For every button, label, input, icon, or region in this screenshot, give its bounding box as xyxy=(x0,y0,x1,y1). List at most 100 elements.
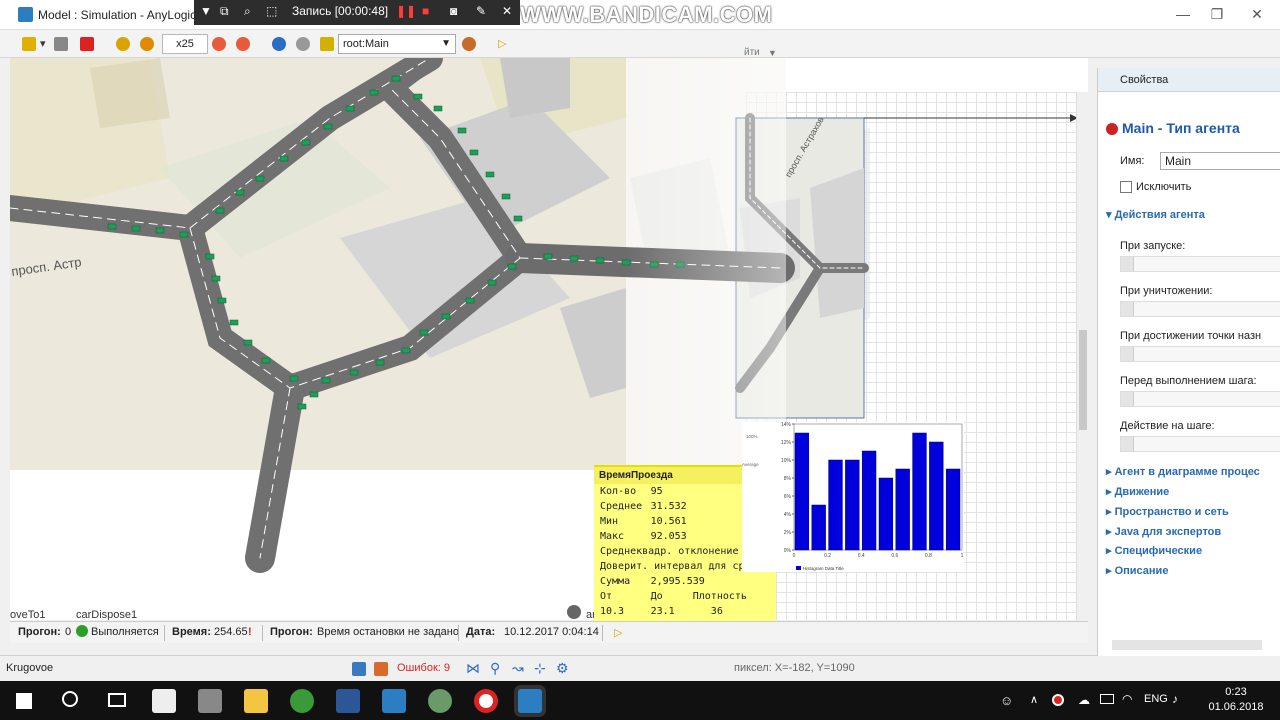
on-destroy-label: При уничтожении: xyxy=(1120,285,1213,297)
close-button[interactable]: ✕ xyxy=(1234,4,1280,26)
errors-count[interactable]: Ошибок: 9 xyxy=(397,662,450,674)
dropdown-icon[interactable]: ▾ xyxy=(40,35,46,53)
play-arrow-icon[interactable]: ▷ xyxy=(498,35,506,53)
properties-tab[interactable]: Свойства xyxy=(1098,68,1280,92)
on-step-field[interactable] xyxy=(1120,436,1280,452)
language-indicator[interactable]: ENG xyxy=(1144,693,1168,705)
close-recorder-icon[interactable]: ✕ xyxy=(502,4,512,18)
window-mode-icon[interactable]: ⧉ xyxy=(220,4,229,19)
stats-row: Среднеквадр. отклонение 1 xyxy=(600,544,761,559)
pencil-icon[interactable]: ✎ xyxy=(476,4,486,18)
running-icon xyxy=(76,625,88,637)
battery-icon[interactable] xyxy=(1100,694,1114,704)
moveto-label: oveTo1 xyxy=(10,609,45,620)
pause-icon[interactable]: ❚❚ xyxy=(396,4,416,18)
section-process[interactable]: ▸ Агент в диаграмме процес xyxy=(1106,465,1280,478)
section-space[interactable]: ▸ Пространство и сеть xyxy=(1106,505,1280,518)
search-icon[interactable] xyxy=(62,691,78,707)
anylogic-app: Model : Simulation - AnyLogic P — ❐ ✕ ▼ … xyxy=(0,0,1280,720)
section-label: Действия агента xyxy=(1114,209,1205,221)
clock-icon[interactable] xyxy=(140,37,154,51)
stop-sim-icon[interactable] xyxy=(80,37,94,51)
side-label: 100% xyxy=(746,434,758,439)
onedrive-icon[interactable]: ☁ xyxy=(1078,693,1090,707)
home-app-icon[interactable] xyxy=(152,689,176,713)
fastest-icon[interactable] xyxy=(236,37,250,51)
windows-start-icon[interactable] xyxy=(16,693,32,709)
pause-sim-icon[interactable] xyxy=(22,37,36,51)
navigate-icon[interactable] xyxy=(272,37,286,51)
tool-icon[interactable]: ⊹ xyxy=(534,660,546,677)
section-movement[interactable]: ▸ Движение xyxy=(1106,485,1280,498)
on-destroy-field[interactable] xyxy=(1120,301,1280,317)
properties-panel: Свойства Main - Тип агента Имя: Main Иск… xyxy=(1097,68,1280,656)
stats-key: Среднеквадр. отклонение xyxy=(600,546,739,557)
histogram-bar xyxy=(811,504,826,551)
before-step-field[interactable] xyxy=(1120,391,1280,407)
record-tray-icon[interactable] xyxy=(1052,694,1064,706)
camera-icon[interactable]: ◙ xyxy=(450,4,457,18)
x-tick-label: 0.2 xyxy=(824,553,831,559)
section-label: Пространство и сеть xyxy=(1114,506,1229,518)
bandicam-icon[interactable] xyxy=(474,689,498,713)
faster-icon[interactable] xyxy=(212,37,226,51)
app-icon[interactable] xyxy=(428,689,452,713)
on-arrival-field[interactable] xyxy=(1120,346,1280,362)
on-startup-field[interactable] xyxy=(1120,256,1280,272)
word-icon[interactable] xyxy=(336,689,360,713)
warning-icon: ! xyxy=(248,626,252,638)
agent-view-icon[interactable] xyxy=(320,37,334,51)
y-tick-label: 12% xyxy=(781,440,792,446)
speed-field[interactable]: x25 xyxy=(162,34,208,54)
scrollbar-thumb[interactable] xyxy=(1079,330,1087,430)
chrome-icon[interactable] xyxy=(290,689,314,713)
chevron-up-icon[interactable]: ∧ xyxy=(1030,693,1038,706)
app-icon[interactable] xyxy=(198,689,222,713)
show-view-icon[interactable] xyxy=(462,37,476,51)
volume-icon[interactable]: ♪ xyxy=(1172,692,1178,706)
anylogic-active-icon[interactable] xyxy=(518,689,542,713)
legend-label: Histogram Data Title xyxy=(803,566,844,571)
section-java[interactable]: ▸ Java для экспертов xyxy=(1106,525,1280,538)
problems-icon[interactable] xyxy=(374,662,388,676)
slower-icon[interactable] xyxy=(116,37,130,51)
section-agent-actions[interactable]: ▾ Действия агента xyxy=(1106,208,1280,221)
name-field[interactable]: Main xyxy=(1160,152,1280,170)
canvas-scrollbar[interactable] xyxy=(1076,92,1088,640)
step-icon[interactable] xyxy=(54,37,68,51)
name-label: Имя: xyxy=(1120,155,1145,167)
camera-view-icon[interactable] xyxy=(296,37,310,51)
properties-header: Main - Тип агента xyxy=(1122,120,1240,136)
search-icon[interactable]: ⌕ xyxy=(244,4,251,19)
properties-hscrollbar[interactable] xyxy=(1112,640,1262,650)
x-tick-label: 0.6 xyxy=(891,553,898,559)
root-select[interactable]: root:Main ▼ xyxy=(338,34,456,54)
chevron-down-icon[interactable]: ▼ xyxy=(200,4,212,18)
file-explorer-icon[interactable] xyxy=(244,689,268,713)
section-label: Описание xyxy=(1114,565,1169,577)
tool-icon[interactable]: ⋈ xyxy=(466,660,480,677)
stats-row: Кол-во 95 xyxy=(600,484,761,499)
section-specific[interactable]: ▸ Специфические xyxy=(1106,544,1280,557)
tool-icon[interactable]: ⚲ xyxy=(490,660,500,677)
lower-bar: Krugovoe Ошибок: 9 ⋈ ⚲ ↝ ⊹ ⚙ пиксел: X=-… xyxy=(0,655,1280,681)
console-icon[interactable] xyxy=(352,662,366,676)
section-description[interactable]: ▸ Описание xyxy=(1106,564,1280,577)
play-arrow-icon[interactable]: ▷ xyxy=(614,626,622,639)
stop-icon[interactable]: ■ xyxy=(422,4,429,18)
y-tick-label: 6% xyxy=(784,494,792,500)
stats-row: Доверит. интервал для сред xyxy=(600,559,761,574)
anylogic-icon[interactable] xyxy=(382,689,406,713)
tool-icon[interactable]: ⚙ xyxy=(556,660,569,677)
y-tick-label: 0% xyxy=(784,548,792,554)
wifi-icon[interactable]: ◠ xyxy=(1122,692,1132,706)
task-view-icon[interactable] xyxy=(108,693,126,707)
region-icon[interactable]: ⬚ xyxy=(266,4,277,18)
tool-icon[interactable]: ↝ xyxy=(512,660,524,677)
stats-key: Мин xyxy=(600,516,619,527)
people-icon[interactable]: ☺ xyxy=(1000,693,1013,708)
exclude-checkbox[interactable] xyxy=(1120,181,1132,193)
clock[interactable]: 0:23 01.06.2018 xyxy=(1206,685,1266,715)
before-step-label: Перед выполнением шага: xyxy=(1120,375,1257,387)
stats-key: Среднее xyxy=(600,501,643,512)
